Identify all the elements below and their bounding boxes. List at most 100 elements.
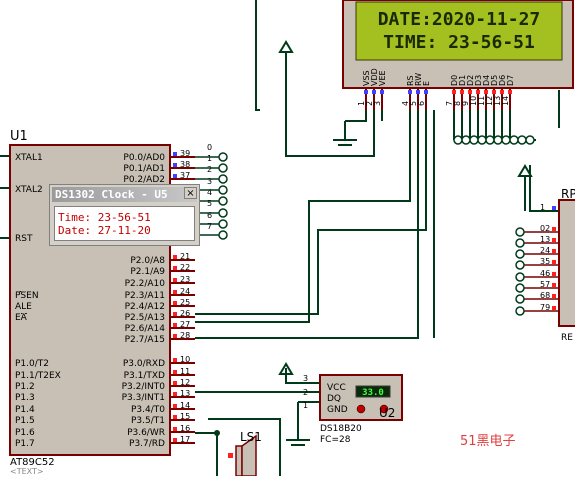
mcu-pin-number: 15 — [180, 412, 190, 421]
mcu-pin-state — [173, 358, 177, 362]
lcd-module[interactable]: DATE:2020-11-27 TIME: 23-56-51 VSS1VDD2V… — [342, 0, 574, 140]
mcu-pin-state — [173, 323, 177, 327]
mcu-pin-state — [173, 266, 177, 270]
speaker-body — [235, 445, 243, 477]
rp-bubble — [515, 227, 525, 237]
mcu-right-pin-label: P0.1/AD1 — [123, 164, 165, 174]
rp-bubble — [515, 283, 525, 293]
popup-date: Date: 27-11-20 — [58, 224, 151, 237]
mcu-pin-state — [173, 312, 177, 316]
ds18b20-ref: U2 — [379, 406, 395, 420]
rp-bubble — [515, 238, 525, 248]
rp-pins: 10213243546576879 — [515, 203, 559, 316]
mcu-right-pin-label: P2.6/A14 — [125, 324, 166, 334]
mcu-left-pin-label: P1.3 — [15, 393, 35, 403]
schematic-canvas[interactable]: DATE:2020-11-27 TIME: 23-56-51 VSS 1 VDD 2 V… — [0, 0, 575, 477]
rp-pin-state — [552, 227, 556, 231]
mcu-left-pin-label: P1.0/T2 — [15, 359, 49, 369]
lcd-pin-state — [416, 90, 420, 94]
p0-bubble — [218, 174, 228, 184]
mcu-right-pin-label: P3.1/TXD — [124, 371, 165, 381]
rp-bubble — [515, 249, 525, 259]
mcu-pin-state — [173, 163, 177, 167]
mcu-pin-number: 28 — [180, 331, 190, 340]
ds18b20-sensor[interactable]: 33.0 VCC DQ GND 3 2 1 U2 DS18B20 FC=28 — [303, 374, 403, 445]
mcu-right-pin-label: P2.3/A11 — [125, 291, 165, 301]
rp-pin-state — [552, 260, 556, 264]
lcd-pin-state — [508, 90, 512, 94]
rp-ref-lower: RE — [561, 333, 573, 343]
ds18b20-pin-num-2: 2 — [303, 388, 308, 397]
popup-title[interactable]: DS1302 Clock - U5 — [52, 187, 197, 202]
p0-bubble — [218, 208, 228, 218]
mcu-right-pin-label: P2.1/A9 — [130, 267, 165, 277]
lcd-pin-state — [372, 90, 376, 94]
mcu-right-pin-label: P3.6/WR — [127, 428, 165, 438]
ds18b20-pin-vcc: VCC — [327, 383, 346, 393]
mcu-pin-number: 12 — [180, 378, 190, 387]
mcu-pin-state — [173, 415, 177, 419]
mcu-pin-number: 25 — [180, 298, 190, 307]
mcu-left-pin-label: P1.7 — [15, 439, 35, 449]
wire-ds-gnd-a — [298, 401, 321, 410]
vcc-arrow-icon — [278, 40, 294, 53]
mcu-pin-number: 14 — [180, 401, 190, 410]
mcu-left-pin-label: P1.4 — [15, 405, 35, 415]
mcu-ref: U1 — [10, 129, 28, 144]
mcu-pin-number: 26 — [180, 309, 190, 318]
lcd-pin-state — [452, 90, 456, 94]
rp-pin-state — [552, 249, 556, 253]
bus-bubble — [477, 135, 487, 145]
bus-bubble — [525, 135, 535, 145]
ds18b20-pin-num-1: 1 — [303, 401, 308, 410]
mcu-pin-state — [173, 278, 177, 282]
mcu-left-pin-label: ALE — [15, 302, 32, 312]
mcu-pin-number: 38 — [180, 160, 190, 169]
mcu-text-tag: <TEXT> — [10, 467, 44, 476]
mcu-right-pin-label: P3.0/RXD — [123, 359, 165, 369]
mcu-pin-number: 23 — [180, 275, 190, 284]
mcu-left-pin-label: PSEN — [15, 291, 39, 301]
speaker-ref: LS1 — [240, 430, 262, 444]
popup-close-button[interactable]: × — [184, 187, 197, 199]
mcu-at89c52[interactable]: U1 AT89C52 <TEXT> XTAL1XTAL2RSTPSENALEEA… — [9, 129, 212, 476]
rp-ref: RP — [561, 187, 575, 201]
mcu-right-pin-label: P2.2/A10 — [125, 279, 166, 289]
bus-bubble — [461, 135, 471, 145]
mcu-pin-number: 16 — [180, 424, 190, 433]
mcu-pin-number: 13 — [180, 389, 190, 398]
lcd-pin-label: D7 — [506, 75, 515, 86]
p0-bubble — [218, 152, 228, 162]
lcd-pin-state — [380, 90, 384, 94]
lcd-pin-label: E — [422, 81, 431, 86]
ds18b20-name: DS18B20 — [320, 424, 362, 434]
ds18b20-pin-gnd: GND — [327, 405, 348, 415]
mcu-right-pin-label: P2.0/A8 — [130, 256, 165, 266]
mcu-pin-state — [173, 174, 177, 178]
p0-number: 2 — [207, 165, 212, 174]
speaker-ls1[interactable]: LS1 — [228, 430, 262, 477]
mcu-pin-state — [173, 301, 177, 305]
p0-bubble — [218, 219, 228, 229]
bus-bubble — [517, 135, 527, 145]
mcu-right-pin-label: P2.5/A13 — [125, 313, 165, 323]
mcu-pin-number: 17 — [180, 435, 190, 444]
mcu-right-pin-label: P3.4/T0 — [131, 405, 165, 415]
lcd-pin-state — [364, 90, 368, 94]
lcd-pin-state — [476, 90, 480, 94]
lcd-pin-number: 6 — [417, 101, 426, 106]
lcd-line1: DATE:2020-11-27 — [378, 9, 541, 30]
mcu-pin-number: 24 — [180, 287, 190, 296]
bus-bubble — [485, 135, 495, 145]
lcd-pin-number: 3 — [373, 101, 382, 106]
mcu-pin-number: 11 — [180, 367, 190, 376]
lcd-pin-state — [460, 90, 464, 94]
mcu-pin-number: 10 — [180, 355, 190, 364]
mcu-left-pin-label: EA — [15, 313, 28, 323]
ds18b20-down-button[interactable] — [356, 404, 366, 414]
rp-pin-state — [552, 238, 556, 242]
mcu-right-pin-label: P2.4/A12 — [125, 302, 165, 312]
ds1302-popup[interactable]: DS1302 Clock - U5 × Time: 23-56-51 Date:… — [49, 184, 200, 246]
mcu-pin-state — [173, 152, 177, 156]
mcu-pin-state — [173, 255, 177, 259]
